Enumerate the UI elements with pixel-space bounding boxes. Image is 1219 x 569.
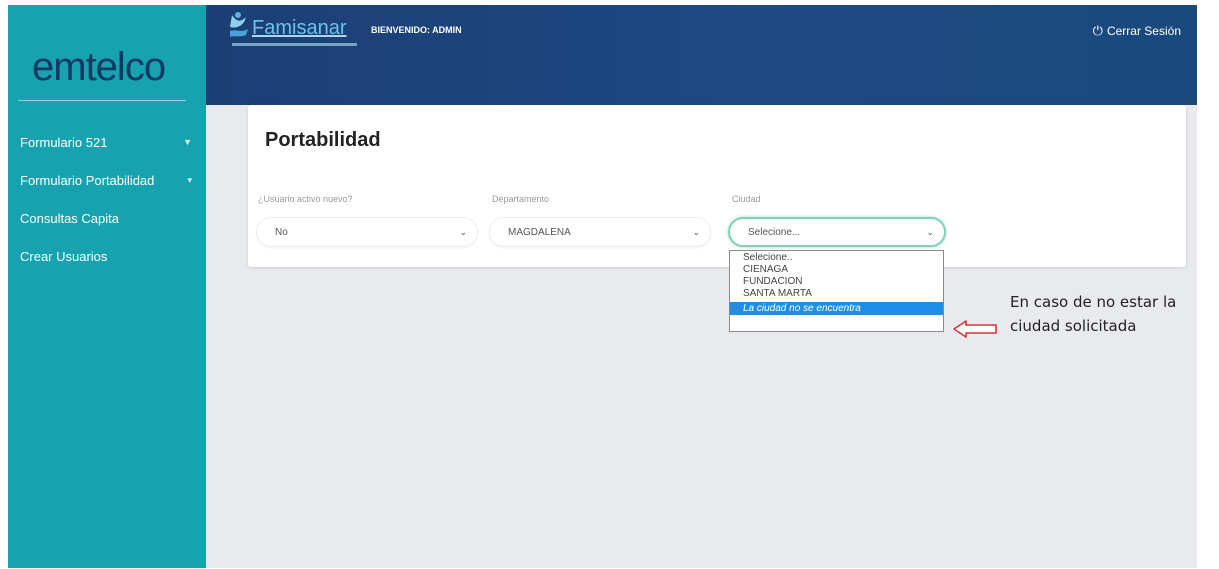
dropdown-option[interactable]: SANTA MARTA (730, 288, 943, 300)
sidebar-item-label: Consultas Capita (20, 210, 119, 226)
chevron-down-icon: ⌄ (459, 226, 467, 237)
top-header: Famisanar BIENVENIDO: ADMIN ⏻ Cerrar Ses… (206, 5, 1197, 105)
dropdown-option[interactable]: CIENAGA (730, 264, 943, 276)
ciudad-select[interactable]: Selecione... ⌄ (728, 217, 946, 247)
ciudad-dropdown-list: Selecione.. CIENAGA FUNDACION SANTA MART… (729, 250, 944, 332)
dropdown-option[interactable]: Selecione.. (730, 252, 943, 264)
chevron-down-icon: ⌄ (692, 226, 700, 237)
app-frame: emtelco Formulario 521 ▼ Formulario Port… (8, 5, 1197, 568)
page-title: Portabilidad (265, 129, 381, 151)
sidebar: emtelco Formulario 521 ▼ Formulario Port… (8, 5, 206, 568)
sidebar-item-label: Formulario 521 (20, 134, 108, 150)
famisanar-logo: Famisanar (226, 11, 346, 41)
select-value: MAGDALENA (508, 226, 571, 238)
select-value: No (275, 226, 288, 238)
welcome-text: BIENVENIDO: ADMIN (371, 25, 462, 35)
usuario-activo-select[interactable]: No ⌄ (256, 217, 478, 247)
sidebar-item-formulario-521[interactable]: Formulario 521 ▼ (8, 123, 206, 161)
dropdown-option[interactable]: FUNDACION (730, 276, 943, 288)
select-value: Selecione... (748, 226, 801, 238)
portabilidad-card: Portabilidad ¿Usuario activo nuevo? No ⌄… (248, 105, 1186, 267)
chevron-down-icon: ⌄ (926, 226, 934, 237)
dropdown-option-selected[interactable]: La ciudad no se encuentra (730, 302, 943, 315)
brand-underline (232, 43, 357, 46)
annotation-text: En caso de no estar la ciudad solicitada (1010, 293, 1177, 335)
sidebar-item-crear-usuarios[interactable]: Crear Usuarios (8, 237, 206, 275)
sidebar-nav: Formulario 521 ▼ Formulario Portabilidad… (8, 123, 206, 275)
sidebar-item-formulario-portabilidad[interactable]: Formulario Portabilidad ▾ (8, 161, 206, 199)
departamento-select[interactable]: MAGDALENA ⌄ (489, 217, 711, 247)
famisanar-logo-icon (230, 12, 248, 37)
ciudad-label: Ciudad (732, 194, 761, 204)
usuario-activo-label: ¿Usuario activo nuevo? (258, 194, 353, 204)
departamento-label: Departamento (492, 194, 550, 204)
sidebar-item-label: Crear Usuarios (20, 248, 108, 264)
logo-divider (18, 100, 186, 101)
brand-name: Famisanar (252, 17, 347, 39)
caret-down-icon: ▾ (187, 174, 192, 185)
sidebar-item-consultas-capita[interactable]: Consultas Capita (8, 199, 206, 237)
left-arrow-icon (953, 320, 997, 338)
logout-button[interactable]: ⏻ Cerrar Sesión (1093, 23, 1181, 39)
emtelco-logo: emtelco (32, 45, 166, 89)
sidebar-item-label: Formulario Portabilidad (20, 172, 155, 188)
logout-label: Cerrar Sesión (1106, 24, 1181, 38)
power-icon: ⏻ (1092, 23, 1103, 38)
caret-down-icon: ▼ (183, 137, 192, 147)
